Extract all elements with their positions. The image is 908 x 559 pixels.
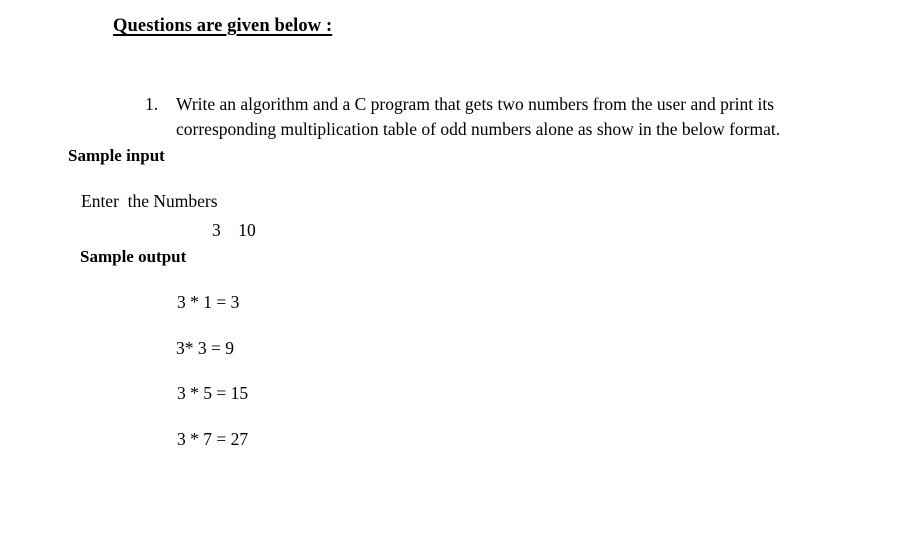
output-line: 3 * 5 = 15: [177, 383, 249, 403]
list-item: 1. Write an algorithm and a C program th…: [145, 92, 865, 142]
document-page: Questions are given below : 1. Write an …: [0, 0, 908, 559]
question-text: Write an algorithm and a C program that …: [176, 94, 781, 139]
list-item-marker: 1.: [145, 94, 159, 114]
page-title: Questions are given below :: [113, 16, 333, 36]
output-line: 3 * 1 = 3: [177, 292, 240, 312]
sample-input-prompt: Enter the Numbers: [81, 191, 218, 211]
sample-output-label: Sample output: [80, 247, 187, 266]
output-line: 3 * 7 = 27: [177, 428, 249, 449]
output-line: 3* 3 = 9: [176, 337, 234, 358]
sample-input-label: Sample input: [68, 146, 165, 165]
sample-output-block: 3 * 1 = 3 3* 3 = 9 3 * 5 = 15 3 * 7 = 27: [176, 291, 249, 473]
sample-input-values: 3 10: [212, 220, 256, 240]
questions-list: 1. Write an algorithm and a C program th…: [145, 92, 865, 142]
